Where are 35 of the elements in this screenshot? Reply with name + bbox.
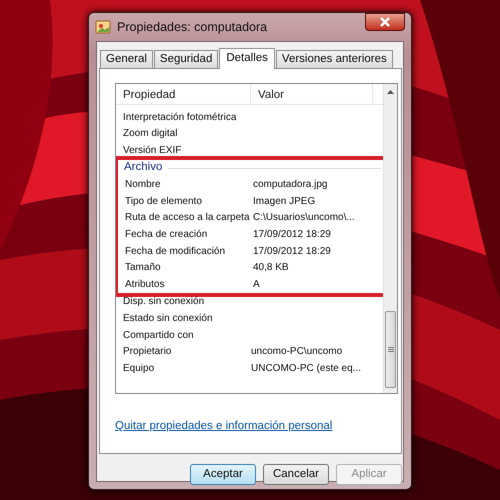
group-header: Archivo [124,160,162,176]
column-header[interactable]: Propiedad [116,84,251,104]
property-name: Ruta de acceso a la carpeta [124,211,251,226]
property-name: Equipo [122,362,156,376]
property-name: Versión EXIF [122,144,182,158]
property-name: Interpretación fotométrica [122,110,238,125]
property-name: Nombre [124,178,162,192]
tab[interactable]: Detalles [219,48,275,69]
property-value: 17/09/2012 18:29 [253,228,331,242]
property-name: Fecha de modificación [124,244,226,259]
property-value: uncomo-PC\uncomo [251,345,342,360]
property-name: Tamaño [124,261,162,276]
column-header[interactable]: Valor [251,84,373,104]
property-value: computadora.jpg [253,178,328,192]
property-value: C:\Usuarios\uncomo\... [253,211,355,226]
property-name: Estado sin conexión [122,312,214,326]
property-value: A [253,278,260,292]
property-name: Propietario [122,345,172,360]
dialog-button[interactable]: Aceptar [190,464,256,485]
property-name: Atributos [124,278,166,292]
remove-properties-link[interactable]: Quitar propiedades e información personal [115,418,332,436]
property-name: Zoom digital [122,127,178,142]
property-value: 17/09/2012 18:29 [253,244,331,259]
property-name: Disp. sin conexión [122,295,206,310]
property-value: Imagen JPEG [253,194,316,209]
tab[interactable]: Seguridad [154,50,218,68]
property-name: Tipo de elemento [124,194,203,209]
tab[interactable]: General [100,50,153,68]
property-name: Compartido con [122,328,195,343]
window-title: Propiedades: computadora [117,18,268,36]
property-name: Fecha de creación [124,228,208,242]
property-value: 40,8 KB [253,261,289,276]
dialog-button[interactable]: Cancelar [263,464,329,485]
tab[interactable]: Versiones anteriores [276,50,393,68]
property-value: UNCOMO-PC (este eq... [251,362,362,376]
